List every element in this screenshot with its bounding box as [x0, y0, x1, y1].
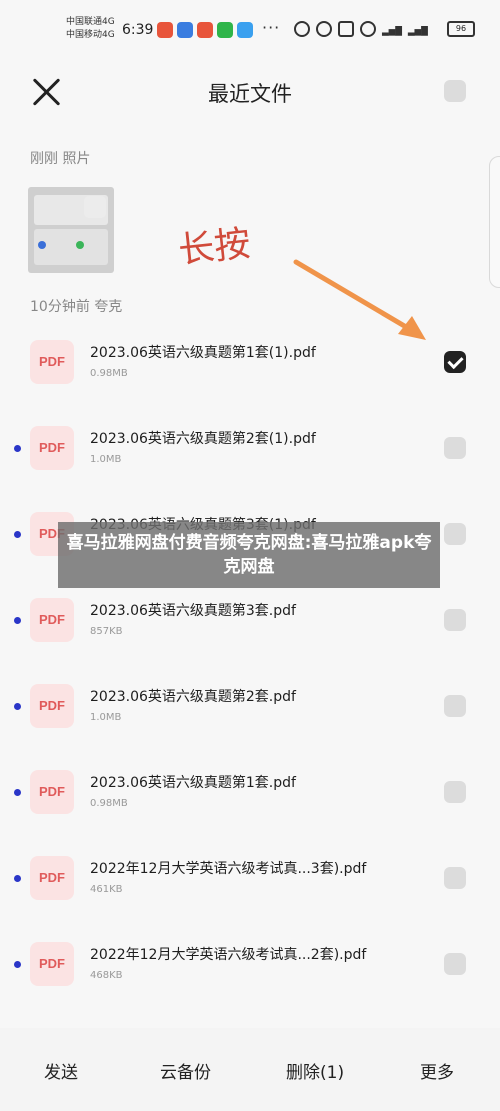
unread-indicator: [14, 703, 21, 710]
row-checkbox[interactable]: [444, 437, 466, 459]
send-button[interactable]: 发送: [44, 1058, 78, 1083]
file-name: 2023.06英语六级真题第2套(1).pdf: [90, 431, 316, 447]
file-row[interactable]: PDF 2023.06英语六级真题第1套(1).pdf 0.98MB: [0, 316, 500, 402]
unread-indicator: [14, 875, 21, 882]
file-row[interactable]: PDF 2022年12月大学英语六级考试真...2套).pdf 468KB: [0, 918, 500, 1004]
row-checkbox[interactable]: [444, 609, 466, 631]
unread-indicator: [14, 789, 21, 796]
file-size: 0.98MB: [90, 798, 128, 809]
unread-indicator: [14, 617, 21, 624]
file-row[interactable]: PDF 2023.06英语六级真题第2套.pdf 1.0MB: [0, 660, 500, 746]
file-size: 468KB: [90, 970, 123, 981]
row-checkbox[interactable]: [444, 523, 466, 545]
pdf-file-icon: PDF: [30, 340, 74, 384]
unread-indicator: [14, 445, 21, 452]
pdf-file-icon: PDF: [30, 598, 74, 642]
file-row[interactable]: PDF 2022年12月大学英语六级考试真...3套).pdf 461KB: [0, 832, 500, 918]
overlay-caption-text: 喜马拉雅网盘付费音频夸克网盘:喜马拉雅apk夸克网盘: [66, 533, 432, 577]
file-name: 2023.06英语六级真题第2套.pdf: [90, 689, 296, 705]
cloud-backup-button[interactable]: 云备份: [160, 1058, 211, 1083]
delete-button[interactable]: 删除(1): [286, 1058, 344, 1083]
row-checkbox[interactable]: [444, 953, 466, 975]
file-name: 2022年12月大学英语六级考试真...3套).pdf: [90, 861, 367, 877]
pdf-file-icon: PDF: [30, 684, 74, 728]
file-size: 1.0MB: [90, 712, 122, 723]
row-checkbox[interactable]: [444, 695, 466, 717]
pdf-file-icon: PDF: [30, 426, 74, 470]
file-size: 857KB: [90, 626, 123, 637]
pdf-file-icon: PDF: [30, 770, 74, 814]
file-size: 0.98MB: [90, 368, 128, 379]
row-checkbox[interactable]: [444, 351, 466, 373]
row-checkbox[interactable]: [444, 867, 466, 889]
file-row[interactable]: PDF 2023.06英语六级真题第1套.pdf 0.98MB: [0, 746, 500, 832]
pdf-file-icon: PDF: [30, 856, 74, 900]
file-name: 2023.06英语六级真题第1套(1).pdf: [90, 345, 316, 361]
file-name: 2023.06英语六级真题第3套.pdf: [90, 603, 296, 619]
overlay-caption: 喜马拉雅网盘付费音频夸克网盘:喜马拉雅apk夸克网盘: [58, 522, 440, 588]
unread-indicator: [14, 531, 21, 538]
more-button[interactable]: 更多: [420, 1058, 454, 1083]
file-name: 2023.06英语六级真题第1套.pdf: [90, 775, 296, 791]
section-label-ten-min-ago: 10分钟前 夸克: [30, 299, 123, 315]
pdf-file-icon: PDF: [30, 942, 74, 986]
file-name: 2022年12月大学英语六级考试真...2套).pdf: [90, 947, 367, 963]
bottom-toolbar: 发送 云备份 删除(1) 更多: [0, 1028, 500, 1111]
row-checkbox[interactable]: [444, 781, 466, 803]
unread-indicator: [14, 961, 21, 968]
file-row[interactable]: PDF 2023.06英语六级真题第2套(1).pdf 1.0MB: [0, 402, 500, 488]
file-size: 1.0MB: [90, 454, 122, 465]
file-size: 461KB: [90, 884, 123, 895]
